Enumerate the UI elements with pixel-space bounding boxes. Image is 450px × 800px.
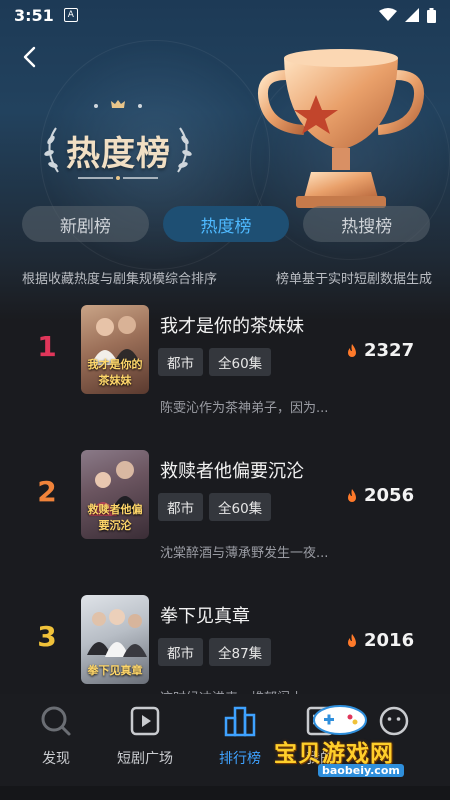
- system-nav-bar: [0, 786, 450, 800]
- watermark-text: 宝贝游戏网: [274, 741, 394, 767]
- drama-title[interactable]: 拳下见真章: [160, 602, 250, 628]
- play-square-icon: [130, 706, 160, 736]
- list-item[interactable]: 1 我才是你的茶妹妹 我才是你的茶妹妹 都市 全60集 陈雯沁作为茶神弟子，因为…: [0, 300, 450, 445]
- battery-icon: [427, 7, 436, 23]
- tab-hot[interactable]: 热度榜: [162, 206, 290, 242]
- ranking-rule-text: 根据收藏热度与剧集规模综合排序: [22, 272, 218, 287]
- ranking-source-text: 榜单基于实时短剧数据生成: [275, 272, 432, 287]
- tab-label: 短剧广场: [117, 751, 173, 767]
- drama-title[interactable]: 我才是你的茶妹妹: [160, 312, 304, 338]
- tab-new[interactable]: 新剧榜: [22, 206, 149, 242]
- genre-tag: 都市: [158, 348, 203, 376]
- ranking-tabs: 新剧榜 热度榜 热搜榜: [22, 206, 431, 242]
- drama-description: 沈棠醉酒与薄承野发生一夜...: [160, 546, 329, 561]
- watermark-logo: 宝贝游戏网 baobeiy.com: [270, 700, 445, 788]
- wifi-icon: [379, 8, 397, 21]
- search-icon: [41, 706, 71, 736]
- list-item[interactable]: 2 救赎者他偏要沉沦 救赎者他偏要沉沦 都市 全60集 沈棠醉酒与薄承野发生一夜…: [0, 445, 450, 590]
- ranking-icon: [224, 706, 256, 737]
- tab-discover[interactable]: 发现: [11, 704, 101, 768]
- drama-tags: 都市 全60集: [158, 348, 272, 376]
- watermark-url: baobeiy.com: [318, 764, 404, 777]
- badge-title: 热度榜: [38, 98, 198, 188]
- tab-search[interactable]: 热搜榜: [303, 206, 431, 242]
- tab-label: 发现: [42, 751, 70, 767]
- cover-caption: 我才是你的茶妹妹: [87, 358, 143, 387]
- genre-tag: 都市: [158, 638, 203, 666]
- status-bar: 3:51 A: [0, 0, 450, 30]
- heat-score: 2056: [346, 485, 414, 506]
- page-title: 热度榜: [66, 134, 171, 174]
- back-icon[interactable]: [18, 44, 44, 70]
- signal-icon: [405, 8, 419, 22]
- trophy-icon: [258, 49, 424, 208]
- genre-tag: 都市: [158, 493, 203, 521]
- episodes-tag: 全60集: [209, 493, 272, 521]
- rank-number: 2: [37, 475, 57, 508]
- flame-icon: [348, 633, 356, 647]
- drama-cover[interactable]: 救赎者他偏要沉沦: [81, 450, 149, 539]
- rank-number: 3: [37, 620, 57, 653]
- tab-drama-square[interactable]: 短剧广场: [100, 704, 190, 768]
- status-time: 3:51: [14, 5, 54, 25]
- flame-icon: [348, 488, 356, 502]
- ranking-note: 根据收藏热度与剧集规模综合排序 榜单基于实时短剧数据生成: [22, 268, 432, 287]
- ranking-list: 1 我才是你的茶妹妹 我才是你的茶妹妹 都市 全60集 陈雯沁作为茶神弟子，因为…: [0, 300, 450, 735]
- rank-number: 1: [37, 330, 57, 363]
- drama-cover[interactable]: 拳下见真章: [81, 595, 149, 684]
- flame-icon: [348, 343, 356, 357]
- heat-value: 2016: [364, 630, 415, 651]
- sim-icon: A: [63, 8, 78, 22]
- drama-cover[interactable]: 我才是你的茶妹妹: [81, 305, 149, 394]
- heat-score: 2016: [346, 630, 414, 651]
- drama-description: 陈雯沁作为茶神弟子，因为...: [160, 401, 329, 416]
- heat-value: 2056: [364, 485, 415, 506]
- gamepad-icon: [313, 705, 367, 735]
- episodes-tag: 全60集: [209, 348, 272, 376]
- cover-caption: 救赎者他偏要沉沦: [87, 503, 143, 532]
- drama-tags: 都市 全60集: [158, 493, 272, 521]
- heat-value: 2327: [364, 340, 415, 361]
- drama-tags: 都市 全87集: [158, 638, 272, 666]
- drama-title[interactable]: 救赎者他偏要沉沦: [160, 457, 304, 483]
- episodes-tag: 全87集: [209, 638, 272, 666]
- heat-score: 2327: [346, 340, 414, 361]
- cover-caption: 拳下见真章: [87, 664, 143, 677]
